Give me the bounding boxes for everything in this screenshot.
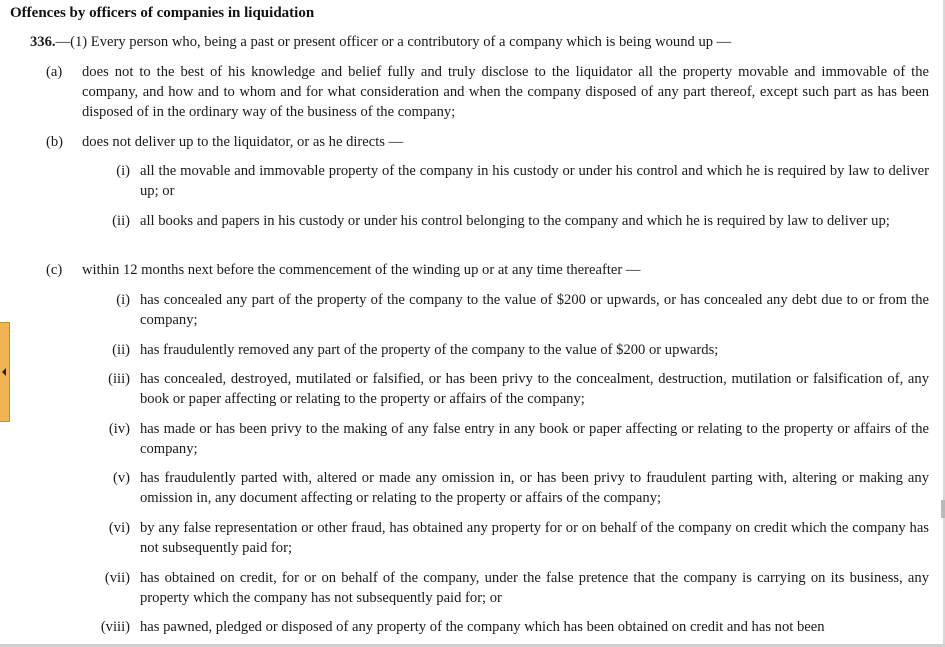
subparagraph-b-ii: (ii) all books and papers in his custody…	[86, 211, 929, 231]
paragraph-text: does not deliver up to the liquidator, o…	[82, 134, 404, 150]
paragraph-label: (c)	[46, 262, 63, 278]
subparagraph-text: has pawned, pledged or disposed of any p…	[140, 619, 825, 635]
subparagraph-label: (iv)	[108, 421, 130, 437]
paragraph-b: (b) does not deliver up to the liquidato…	[46, 132, 929, 152]
subparagraph-label: (vi)	[108, 520, 130, 536]
section-heading: Offences by officers of companies in liq…	[10, 5, 315, 21]
subparagraph-c-iv: (iv) has made or has been privy to the m…	[86, 419, 929, 459]
subparagraph-c-viii: (viii) has pawned, pledged or disposed o…	[86, 617, 929, 637]
subparagraph-text: all the movable and immovable property o…	[140, 163, 929, 199]
paragraph-label: (a)	[46, 64, 63, 80]
subparagraph-label: (ii)	[112, 213, 130, 229]
subparagraph-label: (vii)	[104, 570, 130, 586]
document-page: Offences by officers of companies in liq…	[0, 0, 945, 647]
side-panel-toggle-button[interactable]	[0, 322, 10, 422]
subparagraph-c-iii: (iii) has concealed, destroyed, mutilate…	[86, 369, 929, 409]
paragraph-text: within 12 months next before the commenc…	[82, 262, 641, 278]
subparagraph-label: (v)	[112, 470, 130, 486]
subparagraph-text: has made or has been privy to the making…	[140, 421, 929, 457]
scrollbar-thumb[interactable]	[941, 500, 945, 518]
paragraph-c: (c) within 12 months next before the com…	[46, 260, 929, 280]
section-number: 336.	[30, 34, 56, 50]
chevron-left-icon	[2, 368, 6, 376]
paragraph-label: (b)	[46, 134, 64, 150]
subparagraph-c-i: (i) has concealed any part of the proper…	[86, 290, 929, 330]
subparagraph-text: all books and papers in his custody or u…	[140, 213, 890, 229]
subparagraph-c-vii: (vii) has obtained on credit, for or on …	[86, 568, 929, 608]
subparagraph-label: (i)	[116, 163, 130, 179]
subparagraph-c-vi: (vi) by any false representation or othe…	[86, 518, 929, 558]
subparagraph-label: (ii)	[112, 342, 130, 358]
subparagraph-text: has concealed any part of the property o…	[140, 292, 929, 328]
subparagraph-text: by any false representation or other fra…	[140, 520, 929, 556]
subparagraph-text: has obtained on credit, for or on behalf…	[140, 570, 929, 606]
subparagraph-label: (i)	[116, 292, 130, 308]
section-intro-text: —(1) Every person who, being a past or p…	[55, 34, 732, 50]
paragraph-text: does not to the best of his knowledge an…	[82, 64, 929, 120]
paragraph-a: (a) does not to the best of his knowledg…	[46, 62, 929, 122]
subparagraph-c-v: (v) has fraudulently parted with, altere…	[86, 468, 929, 508]
subparagraph-text: has fraudulently parted with, altered or…	[140, 470, 929, 506]
subparagraph-text: has concealed, destroyed, mutilated or f…	[140, 371, 929, 407]
subparagraph-text: has fraudulently removed any part of the…	[140, 342, 719, 358]
subparagraph-b-i: (i) all the movable and immovable proper…	[86, 161, 929, 201]
subparagraph-c-ii: (ii) has fraudulently removed any part o…	[86, 340, 929, 360]
subparagraph-label: (iii)	[108, 371, 130, 387]
section-intro: 336.—(1) Every person who, being a past …	[30, 32, 930, 52]
subparagraph-label: (viii)	[100, 619, 130, 635]
